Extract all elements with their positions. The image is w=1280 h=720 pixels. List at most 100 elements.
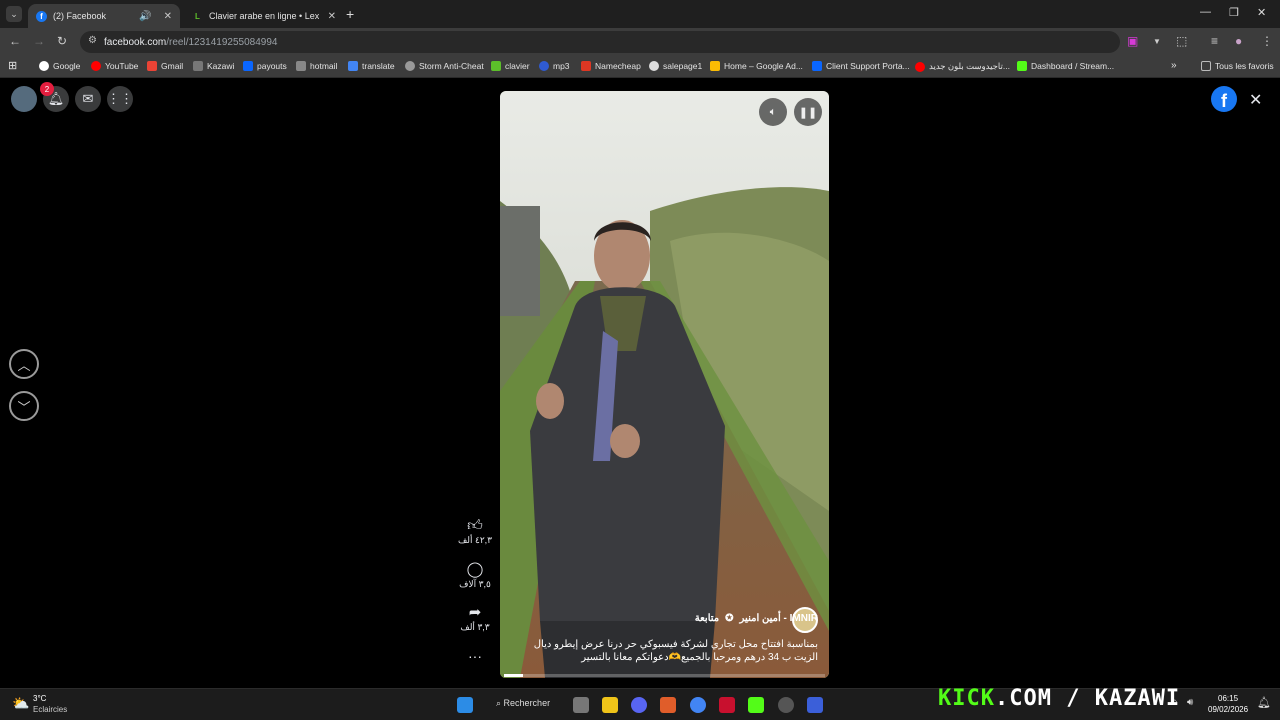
extensions-puzzle-icon[interactable]: ⬚ [1176,34,1187,48]
windows-start-icon[interactable] [457,697,473,713]
lexilogos-icon [491,61,501,71]
video-progress-bar[interactable] [504,674,825,677]
apps-grid-icon[interactable]: ⊞ [8,59,17,72]
profile-avatar-icon[interactable]: ● [1235,34,1242,48]
kick-watermark: KICK.COM / KAZAWI [938,686,1180,711]
speaker-icon[interactable]: 🔊 [139,11,151,22]
site-info-icon[interactable]: ⚙ [88,35,97,46]
follow-link[interactable]: متابعة [695,613,719,624]
verified-badge-icon: ✪ [725,613,734,624]
close-tab-icon[interactable]: ✕ [164,11,172,22]
back-icon[interactable]: ← [9,34,21,48]
google-ads-icon [710,61,720,71]
tab-strip: ⌄ f (2) Facebook 🔊 ✕ L Clavier arabe en … [0,0,1280,28]
facebook-logo-icon[interactable]: f [1211,86,1237,112]
messenger-icon[interactable]: ✉ [75,86,101,112]
clock-date[interactable]: 09/02/2026 [1208,705,1248,714]
bookmark-youtube[interactable]: YouTube [91,61,138,71]
bookmark-label: Storm Anti-Cheat [419,61,484,71]
bookmark-payouts[interactable]: payouts [243,61,287,71]
profile-avatar[interactable] [11,86,37,112]
share-action[interactable]: ➦ ٣,٣ ألف [455,604,495,633]
all-bookmarks[interactable]: Tous les favoris [1201,61,1274,71]
bookmark-dashboard[interactable]: Dashboard / Stream... [1017,61,1114,71]
share-count: ٣,٣ ألف [460,622,490,632]
restore-icon[interactable]: ❐ [1229,6,1239,19]
bookmark-gmail[interactable]: Gmail [147,61,183,71]
next-reel-button[interactable]: ﹀ [9,391,39,421]
close-reel-icon[interactable]: ✕ [1249,90,1262,110]
reel-author-row: IMNIR - أمين امنير ✪ متابعة [695,613,818,624]
netflix-icon[interactable] [719,697,735,713]
notification-center-icon[interactable]: 🔔︎ [1257,696,1271,709]
previous-reel-button[interactable]: ︿ [9,349,39,379]
taskbar-search[interactable]: ⌕ Rechercher [496,698,550,709]
comment-count: ٣,٥ آلاف [459,579,491,589]
volume-tray-icon[interactable]: 🔊︎ [1187,697,1193,708]
bookmark-kazawi[interactable]: Kazawi [193,61,234,71]
media-control-icon[interactable]: ≡ [1211,34,1218,48]
address-bar[interactable]: ⚙ facebook.com/reel/1231419255084994 [80,31,1120,53]
weather-desc: Eclaircies [33,705,68,714]
comment-icon: ◯ [466,561,484,578]
pause-icon[interactable]: ❚❚ [794,98,822,126]
close-window-icon[interactable]: ✕ [1257,6,1266,19]
reload-icon[interactable]: ↻ [57,34,67,48]
bookmark-google[interactable]: Google [39,61,80,71]
bookmark-label: Gmail [161,61,184,71]
bookmark-salepage[interactable]: salepage1 [649,61,702,71]
bookmark-google-ads[interactable]: Home – Google Ad... [710,61,803,71]
forward-icon[interactable]: → [33,34,45,48]
minimize-icon[interactable]: — [1200,6,1211,18]
meta-icon [812,61,822,71]
video-frame-image [500,91,829,678]
weather-temp: 3°C [33,694,47,703]
close-tab-icon[interactable]: ✕ [328,11,336,22]
bookmark-mp3[interactable]: mp3 [539,61,570,71]
reel-video[interactable] [500,91,829,678]
google-icon [39,61,49,71]
bookmark-hotmail[interactable]: hotmail [296,61,337,71]
bookmark-translate[interactable]: translate [348,61,395,71]
bookmark-arabic-video[interactable]: تاجيدوست بلون جديد... [915,61,1010,72]
bookmark-client-support[interactable]: Client Support Porta... [812,61,910,71]
discord-icon[interactable] [631,697,647,713]
bookmark-label: Google [53,61,81,71]
kick-app-icon[interactable] [748,697,764,713]
clock-time[interactable]: 06:15 [1218,694,1238,703]
chrome-icon[interactable] [690,697,706,713]
menu-grid-icon[interactable]: ⋮⋮ [107,86,133,112]
like-action[interactable]: 👍︎ ٤٢,٣ ألف [455,517,495,546]
url-host: facebook.com [104,36,167,48]
bookmark-clavier[interactable]: clavier [491,61,530,71]
translate-icon [348,61,358,71]
bookmark-storm[interactable]: Storm Anti-Cheat [405,61,484,71]
app-icon[interactable] [660,697,676,713]
meta-icon [243,61,253,71]
extension-icon[interactable]: ▣ [1127,34,1138,48]
folder-icon [1201,61,1211,71]
tab-facebook[interactable]: f (2) Facebook 🔊 ✕ [28,4,180,28]
comment-action[interactable]: ◯ ٣,٥ آلاف [455,561,495,590]
kick-channel-text: .COM / KAZAWI [994,686,1181,711]
more-options-icon[interactable]: ··· [455,648,495,664]
obs-icon[interactable] [778,697,794,713]
file-explorer-icon[interactable] [602,697,618,713]
app-icon[interactable] [807,697,823,713]
more-bookmarks-icon[interactable]: » [1171,60,1177,71]
volume-icon[interactable]: 🔈︎ [759,98,787,126]
tab-lexilogos[interactable]: L Clavier arabe en ligne • Lexilogos ✕ [184,4,344,28]
bookmark-label: Tous les favoris [1215,61,1274,71]
author-name[interactable]: IMNIR - أمين امنير [740,613,818,624]
share-icon: ➦ [468,604,482,621]
chevron-down-icon[interactable]: ▼ [1153,37,1161,46]
bookmark-label: Home – Google Ad... [724,61,803,71]
browser-menu-icon[interactable]: ⋮ [1261,34,1273,48]
task-view-icon[interactable] [573,697,589,713]
tab-title: Clavier arabe en ligne • Lexilogos [209,11,319,21]
bookmark-label: hotmail [310,61,338,71]
bookmark-namecheap[interactable]: Namecheap [581,61,641,71]
mp3-icon [539,61,549,71]
new-tab-button[interactable]: + [346,6,354,22]
tab-search-icon[interactable]: ⌄ [6,6,22,22]
